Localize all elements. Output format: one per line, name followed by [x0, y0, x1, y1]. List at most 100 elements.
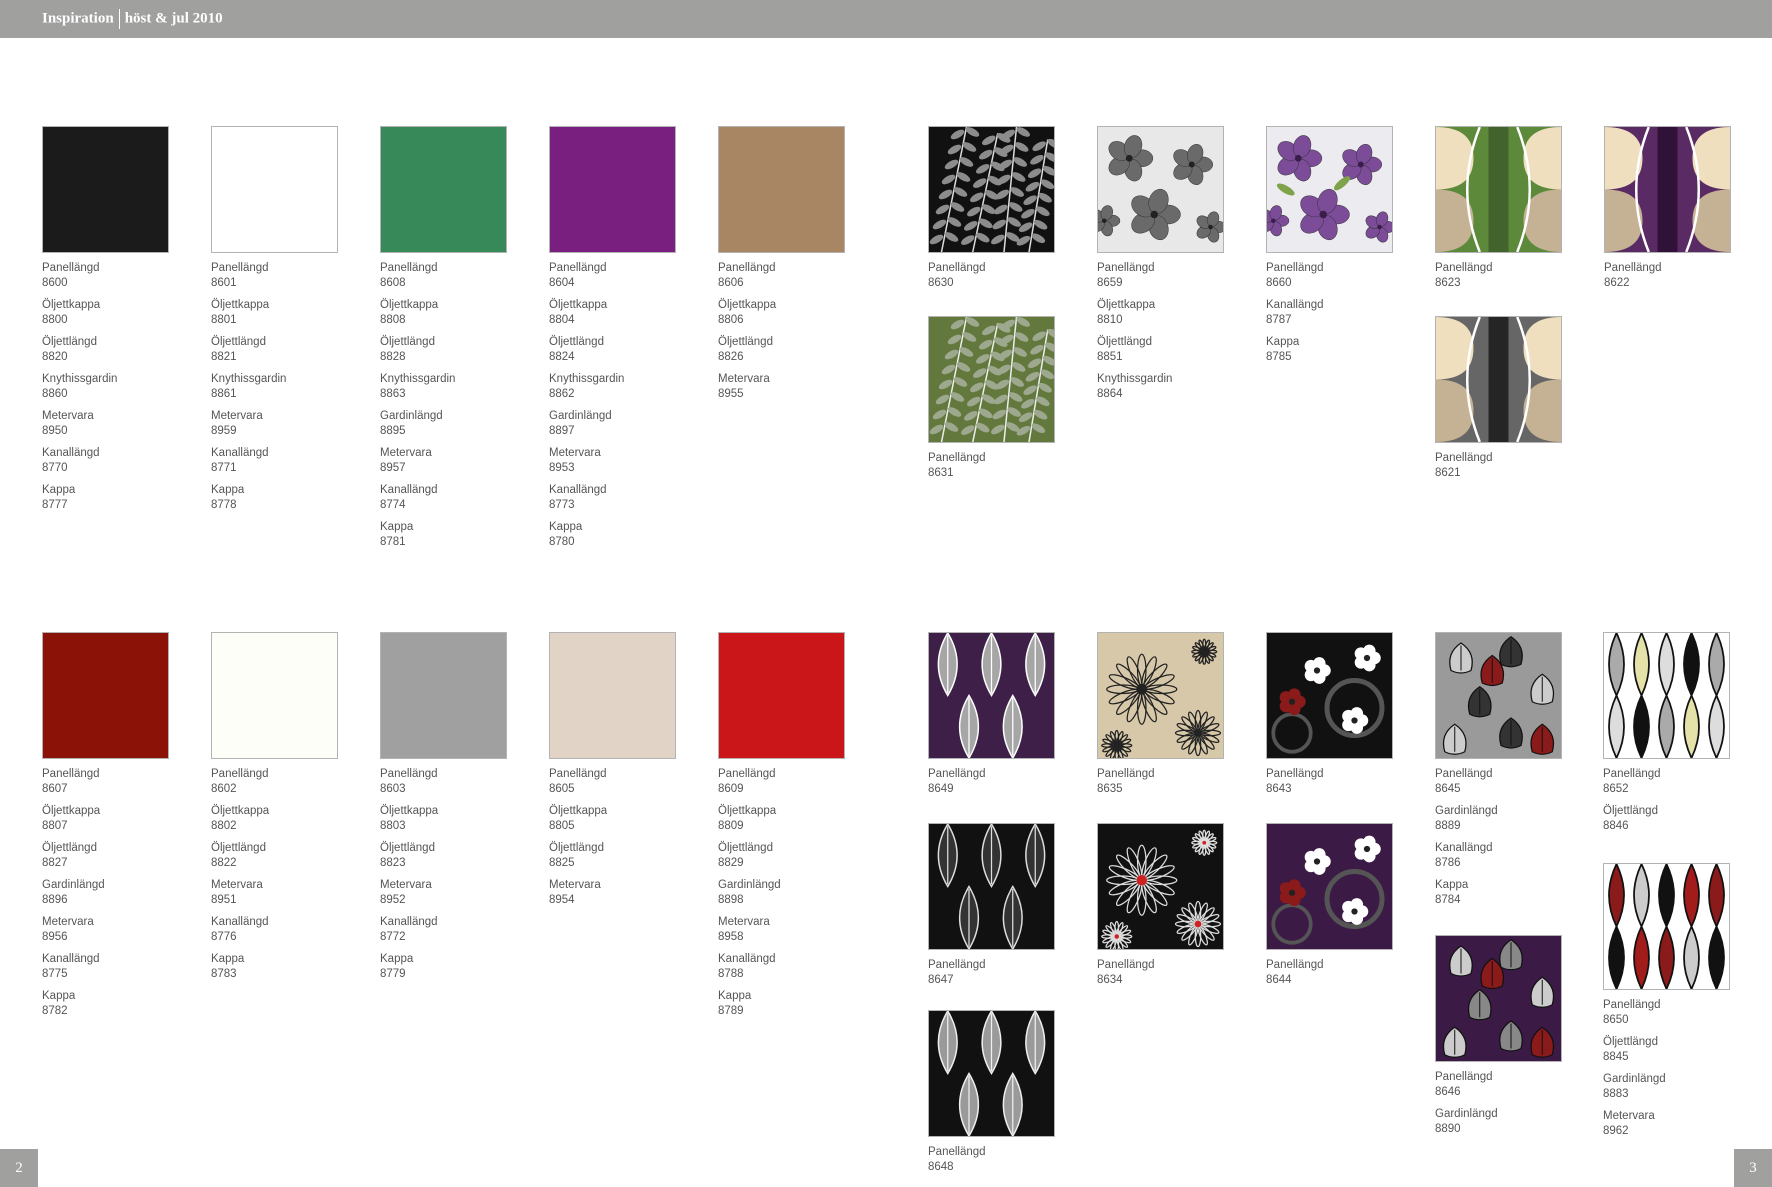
product-info: Panellängd 8604 Öljettkappa 8804 Öljettlängd… — [549, 261, 699, 557]
product-item: Öljettkappa 8810 — [1097, 298, 1247, 327]
product-item: Kappa 8781 — [380, 520, 530, 549]
product-type: Öljettlängd — [380, 336, 435, 348]
product-code: 8895 — [380, 424, 406, 437]
product-code: 8606 — [718, 276, 744, 289]
product-type: Panellängd — [928, 262, 986, 274]
product-code: 8951 — [211, 893, 237, 906]
product-type: Öljettlängd — [1097, 336, 1152, 348]
product-type: Gardinlängd — [1435, 805, 1498, 817]
product-type: Panellängd — [211, 262, 269, 274]
product-type: Öljettlängd — [211, 336, 266, 348]
product-item: Panellängd 8601 — [211, 261, 361, 290]
product-item: Öljettlängd 8829 — [718, 841, 868, 870]
product-info: Panellängd 8623 — [1435, 261, 1585, 298]
product-code: 8774 — [380, 498, 406, 511]
product-info: Panellängd 8600 Öljettkappa 8800 Öljettlängd… — [42, 261, 192, 520]
product-type: Panellängd — [1435, 452, 1493, 464]
product-item: Öljettlängd 8824 — [549, 335, 699, 364]
product-type: Öljettkappa — [549, 299, 608, 311]
product-code: 8845 — [1603, 1050, 1629, 1063]
product-item: Öljettlängd 8820 — [42, 335, 192, 364]
product-item: Öljettkappa 8803 — [380, 804, 530, 833]
product-code: 8630 — [928, 276, 954, 289]
product-code: 8808 — [380, 313, 406, 326]
product-code: 8773 — [549, 498, 575, 511]
product-item: Kanallängd 8772 — [380, 915, 530, 944]
product-info: Panellängd 8635 — [1097, 767, 1247, 804]
product-code: 8782 — [42, 1004, 68, 1017]
product-info: Panellängd 8602 Öljettkappa 8802 Öljettlängd… — [211, 767, 361, 989]
product-code: 8777 — [42, 498, 68, 511]
product-code: 8828 — [380, 350, 406, 363]
product-item: Metervara 8953 — [549, 446, 699, 475]
product-type: Metervara — [549, 447, 601, 459]
product-type: Panellängd — [1266, 959, 1324, 971]
page-number-right: 3 — [1734, 1149, 1772, 1187]
product-info: Panellängd 8647 — [928, 958, 1078, 995]
pattern-swatch-daisy-black — [1097, 823, 1224, 950]
product-code: 8897 — [549, 424, 575, 437]
product-item: Öljettkappa 8802 — [211, 804, 361, 833]
product-info: Panellängd 8631 — [928, 451, 1078, 488]
product-type: Kanallängd — [42, 447, 100, 459]
product-info: Panellängd 8649 — [928, 767, 1078, 804]
product-type: Kanallängd — [42, 953, 100, 965]
product-item: Kanallängd 8771 — [211, 446, 361, 475]
product-item: Panellängd 8644 — [1266, 958, 1416, 987]
product-code: 8602 — [211, 782, 237, 795]
product-code: 8608 — [380, 276, 406, 289]
product-type: Kanallängd — [211, 916, 269, 928]
product-code: 8644 — [1266, 973, 1292, 986]
product-type: Metervara — [42, 916, 94, 928]
product-item: Metervara 8951 — [211, 878, 361, 907]
product-code: 8785 — [1266, 350, 1292, 363]
product-code: 8778 — [211, 498, 237, 511]
product-code: 8959 — [211, 424, 237, 437]
product-code: 8635 — [1097, 782, 1123, 795]
product-item: Kanallängd 8787 — [1266, 298, 1416, 327]
product-type: Metervara — [380, 447, 432, 459]
product-item: Panellängd 8605 — [549, 767, 699, 796]
product-type: Öljettkappa — [42, 805, 101, 817]
product-type: Öljettkappa — [211, 805, 270, 817]
product-code: 8771 — [211, 461, 237, 474]
product-code: 8954 — [549, 893, 575, 906]
product-info: Panellängd 8609 Öljettkappa 8809 Öljettlängd… — [718, 767, 868, 1026]
product-type: Panellängd — [1097, 768, 1155, 780]
pattern-swatch-retro-green — [1435, 126, 1562, 253]
product-type: Panellängd — [549, 262, 607, 274]
product-code: 8825 — [549, 856, 575, 869]
product-item: Öljettkappa 8807 — [42, 804, 192, 833]
product-code: 8788 — [718, 967, 744, 980]
product-item: Panellängd 8603 — [380, 767, 530, 796]
product-item: Gardinlängd 8896 — [42, 878, 192, 907]
product-code: 8953 — [549, 461, 575, 474]
product-code: 8789 — [718, 1004, 744, 1017]
product-code: 8863 — [380, 387, 406, 400]
product-type: Öljettkappa — [42, 299, 101, 311]
product-type: Kanallängd — [1435, 842, 1493, 854]
product-item: Knythissgardin 8862 — [549, 372, 699, 401]
product-type: Öljettkappa — [380, 805, 439, 817]
product-code: 8779 — [380, 967, 406, 980]
product-item: Kappa 8782 — [42, 989, 192, 1018]
product-type: Metervara — [718, 916, 770, 928]
pattern-swatch-flower-purple — [1266, 126, 1393, 253]
product-item: Panellängd 8645 — [1435, 767, 1585, 796]
product-item: Panellängd 8604 — [549, 261, 699, 290]
product-item: Panellängd 8647 — [928, 958, 1078, 987]
product-item: Metervara 8954 — [549, 878, 699, 907]
product-code: 8810 — [1097, 313, 1123, 326]
pattern-swatch-leaf-purple — [928, 632, 1055, 759]
product-type: Panellängd — [42, 262, 100, 274]
product-code: 8600 — [42, 276, 68, 289]
product-code: 8824 — [549, 350, 575, 363]
product-type: Öljettkappa — [211, 299, 270, 311]
product-item: Panellängd 8634 — [1097, 958, 1247, 987]
product-code: 8807 — [42, 819, 68, 832]
product-type: Metervara — [380, 879, 432, 891]
product-item: Panellängd 8650 — [1603, 998, 1753, 1027]
product-type: Panellängd — [1266, 262, 1324, 274]
product-type: Kappa — [380, 521, 414, 533]
product-item: Metervara 8959 — [211, 409, 361, 438]
